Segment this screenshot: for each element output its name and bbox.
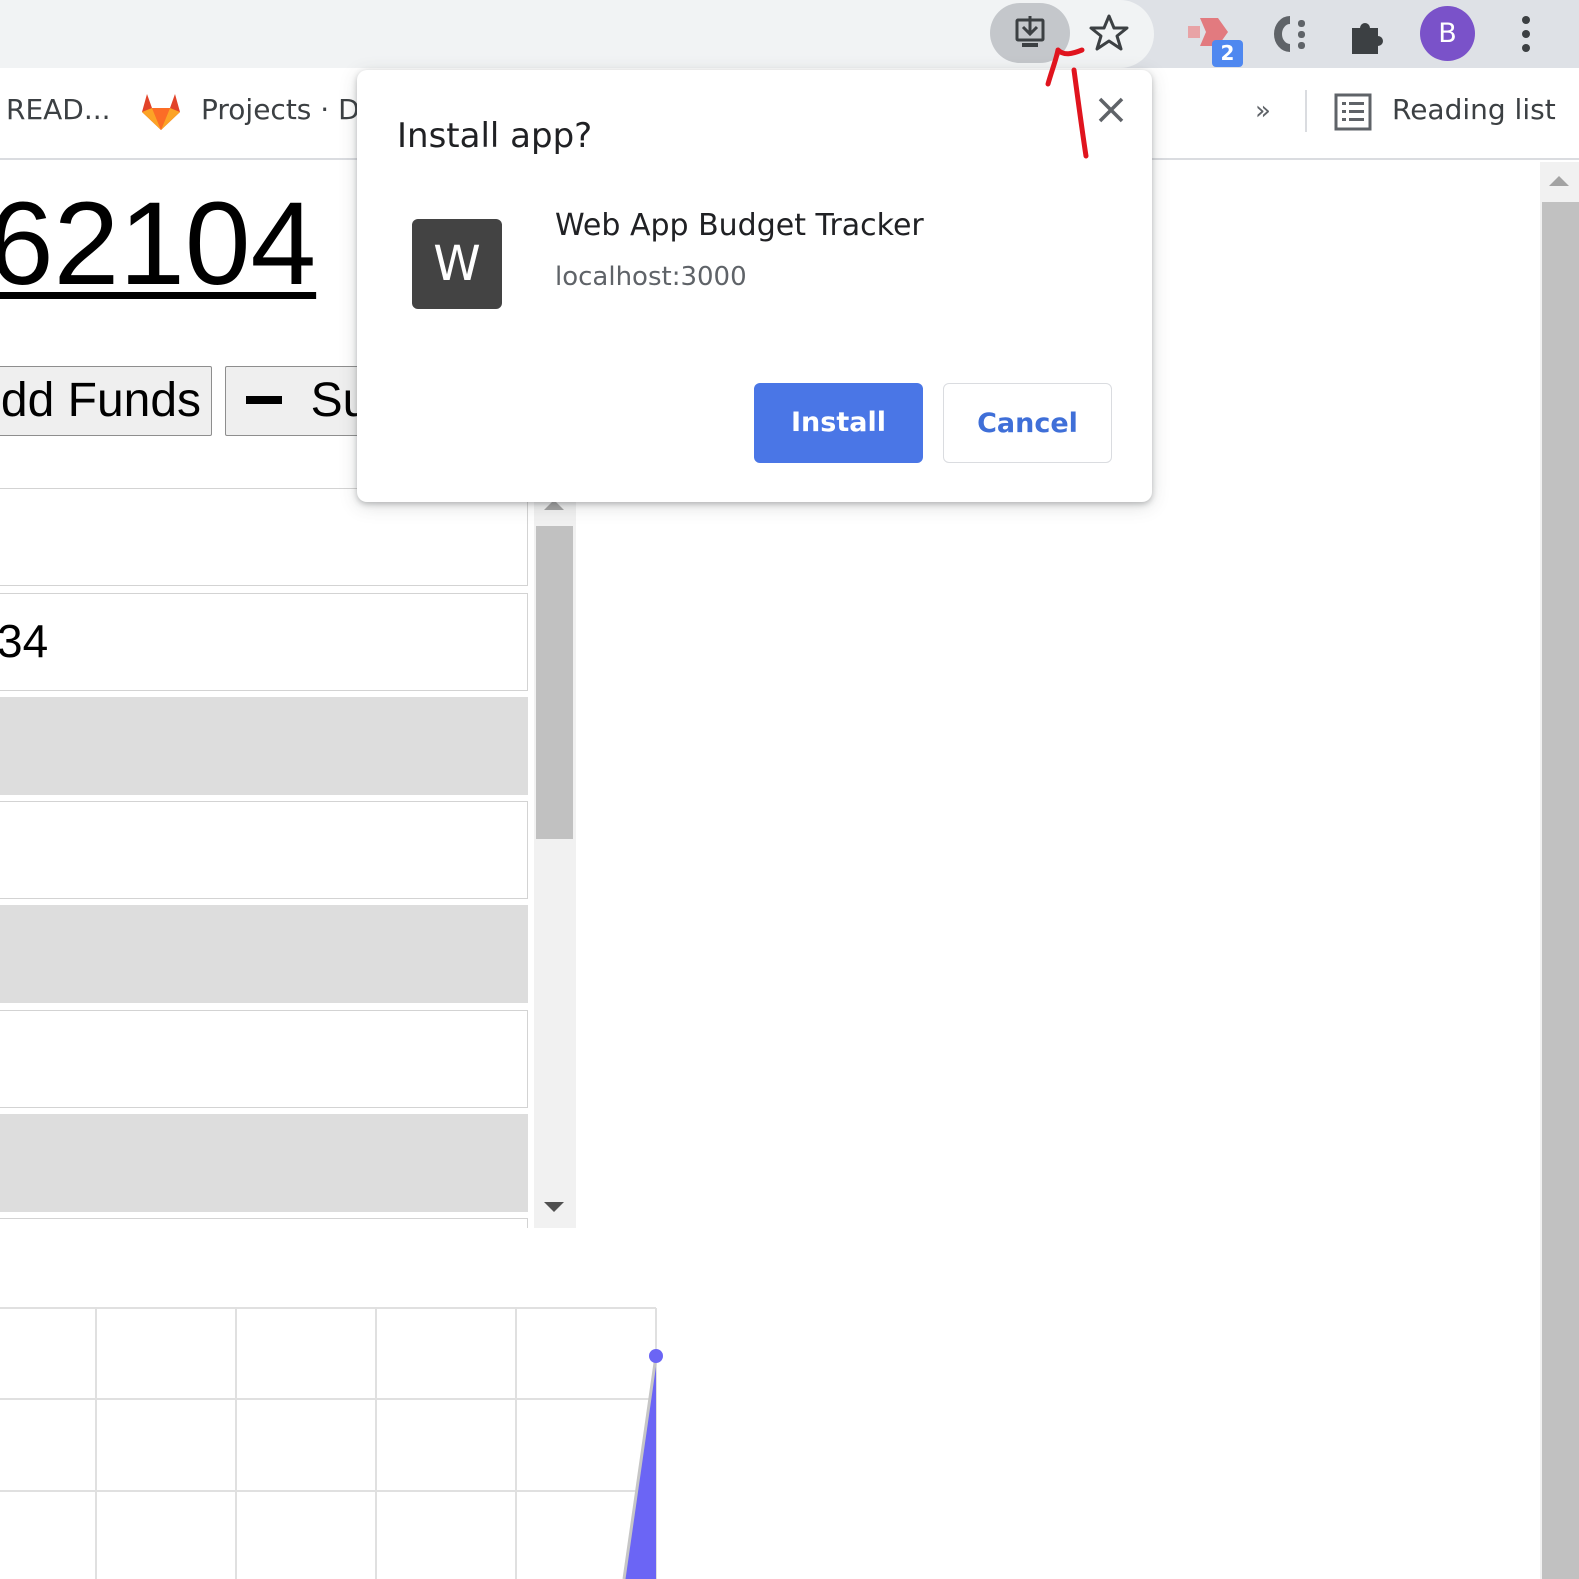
close-icon[interactable] (1095, 94, 1127, 126)
address-bar[interactable] (0, 0, 1154, 68)
minus-icon (246, 396, 282, 404)
puzzle-icon (1352, 22, 1383, 54)
table-row (0, 1218, 528, 1228)
scroll-down-arrow[interactable] (544, 1202, 564, 1212)
browser-toolbar: 2 B (0, 0, 1579, 68)
app-icon: W (412, 219, 502, 309)
app-origin: localhost:3000 (555, 262, 747, 292)
browser-menu-button[interactable] (1508, 10, 1544, 58)
table-row (0, 488, 528, 586)
transaction-list: 34 (0, 488, 576, 1228)
add-funds-label: dd Funds (0, 374, 202, 427)
reading-list-icon (1334, 93, 1372, 131)
balance-total: 62104 (0, 178, 317, 310)
gitlab-icon (142, 94, 180, 130)
row-text: 34 (0, 615, 49, 667)
table-row (0, 1010, 528, 1108)
page-scroll-thumb[interactable] (1542, 202, 1579, 1579)
profile-avatar[interactable]: B (1420, 6, 1475, 61)
c-extension-icon (1274, 16, 1305, 52)
table-row: 34 (0, 593, 528, 691)
add-funds-button[interactable]: dd Funds (0, 366, 212, 436)
bookmark-star-button[interactable] (1086, 10, 1132, 56)
list-scroll-thumb[interactable] (536, 526, 573, 839)
install-app-dialog: Install app? W Web App Budget Tracker lo… (357, 70, 1152, 502)
extension-button-c[interactable] (1266, 8, 1318, 60)
dialog-title: Install app? (397, 116, 593, 156)
app-name: Web App Budget Tracker (555, 208, 924, 243)
chart-point (649, 1349, 663, 1363)
bookmarks-divider (1305, 90, 1307, 132)
bookmark-projects[interactable]: Projects · Da (201, 93, 377, 126)
extension-badge: 2 (1212, 40, 1243, 67)
cancel-button[interactable]: Cancel (943, 383, 1112, 463)
balance-chart (0, 1307, 663, 1579)
table-row (0, 1114, 528, 1212)
table-row (0, 697, 528, 795)
bookmarks-overflow-button[interactable]: » (1255, 96, 1271, 126)
reading-list-button[interactable]: Reading list (1392, 93, 1556, 126)
page-scroll-up-arrow[interactable] (1549, 176, 1569, 186)
bookmark-readme[interactable]: READ... (6, 93, 111, 126)
extensions-menu-button[interactable] (1342, 8, 1394, 60)
install-app-button[interactable] (990, 3, 1070, 63)
star-icon (1089, 14, 1129, 51)
table-row (0, 905, 528, 1003)
table-row (0, 801, 528, 899)
kebab-menu-icon (1522, 16, 1530, 52)
install-app-icon (1015, 16, 1045, 47)
install-button[interactable]: Install (754, 383, 923, 463)
